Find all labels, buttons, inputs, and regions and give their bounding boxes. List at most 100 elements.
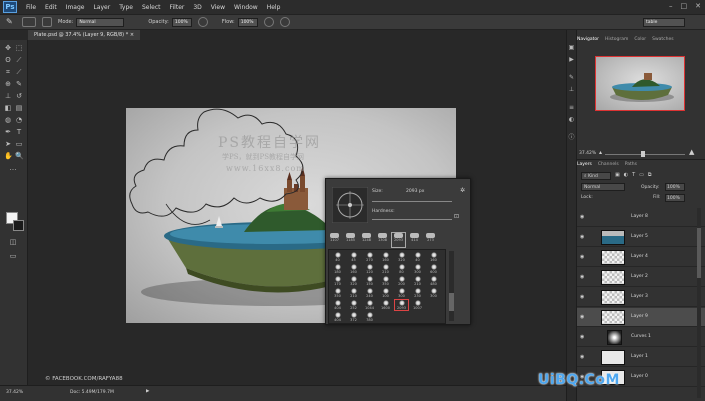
brush-preset[interactable]: 600 (427, 264, 440, 274)
path-select-tool-icon[interactable]: ➤ (4, 140, 12, 148)
brush-preset[interactable]: 240 (363, 288, 376, 298)
brush-preset-picker-icon[interactable] (22, 17, 36, 27)
menu-type[interactable]: Type (119, 4, 133, 11)
brush-size-value[interactable]: 2093 px (406, 189, 424, 194)
brush-preset[interactable]: 120 (363, 264, 376, 274)
dodge-tool-icon[interactable]: ◔ (15, 116, 23, 124)
tab-navigator[interactable]: Navigator (577, 36, 599, 44)
lasso-tool-icon[interactable]: ʘ (4, 56, 12, 64)
brush-preset[interactable]: 300 (395, 288, 408, 298)
brush-preset[interactable]: 45 (347, 252, 360, 262)
layer-opacity-field[interactable]: 100% (665, 183, 685, 191)
layer-row[interactable]: ◉ Layer 8 (577, 208, 705, 227)
gradient-tool-icon[interactable]: ▤ (15, 104, 23, 112)
document-tab[interactable]: Plate.psd @ 37.4% (Layer 9, RGB/8) * × (28, 30, 141, 40)
filter-smart-icon[interactable]: ⧉ (648, 172, 652, 178)
visibility-eye-icon[interactable]: ◉ (580, 294, 586, 300)
pen-tool-icon[interactable]: ✒ (4, 128, 12, 136)
move-tool-icon[interactable]: ✥ (4, 44, 12, 52)
workspace-search-field[interactable]: table (643, 18, 685, 27)
brush-preset-top[interactable]: 2093 (391, 232, 406, 248)
tab-layers[interactable]: Layers (577, 161, 592, 169)
brush-preset[interactable]: 780 (363, 312, 376, 322)
brush-preset[interactable]: 480 (427, 276, 440, 286)
background-color-swatch[interactable] (13, 220, 24, 231)
properties-panel-icon[interactable]: ≡ (568, 104, 575, 111)
tab-color[interactable]: Color (634, 36, 646, 44)
layer-row[interactable]: ◉ Layer 2 (577, 268, 705, 287)
brush-preset[interactable]: 150 (363, 276, 376, 286)
eyedropper-tool-icon[interactable]: ⟋ (15, 68, 23, 76)
visibility-eye-icon[interactable]: ◉ (580, 214, 586, 220)
brush-grid-scrollbar[interactable] (449, 251, 454, 321)
more-tools-icon[interactable]: … (9, 164, 17, 172)
layer-row[interactable]: ◉ Curves 1 (577, 328, 705, 347)
brush-preset[interactable]: 1044 (363, 300, 376, 310)
brush-preset[interactable]: 252 (347, 300, 360, 310)
visibility-eye-icon[interactable]: ◉ (580, 334, 586, 340)
hand-tool-icon[interactable]: ✋ (4, 152, 13, 160)
brush-preset[interactable]: 80 (395, 264, 408, 274)
tab-paths[interactable]: Paths (625, 161, 637, 169)
brush-preset[interactable]: 160 (347, 264, 360, 274)
tab-histogram[interactable]: Histogram (605, 36, 628, 44)
brush-preset[interactable]: 1007 (411, 300, 424, 310)
brush-preset[interactable]: 300 (427, 288, 440, 298)
visibility-eye-icon[interactable]: ◉ (580, 354, 586, 360)
menu-view[interactable]: View (211, 4, 225, 11)
zoom-tool-icon[interactable]: 🔍 (15, 152, 24, 160)
layer-row[interactable]: ◉ Layer 9 (577, 308, 705, 327)
menu-file[interactable]: File (26, 4, 36, 11)
status-arrow-icon[interactable]: ▶ (146, 389, 149, 394)
menu-window[interactable]: Window (234, 4, 258, 11)
marquee-tool-icon[interactable]: ⬚ (15, 44, 23, 52)
filter-adjust-icon[interactable]: ◐ (624, 172, 628, 178)
filter-pixel-icon[interactable]: ▣ (615, 172, 620, 178)
brush-preset[interactable]: 180 (331, 264, 344, 274)
actions-panel-icon[interactable]: ▶ (568, 56, 575, 63)
layer-row[interactable]: ◉ Layer 3 (577, 288, 705, 307)
menu-edit[interactable]: Edit (45, 4, 57, 11)
brush-preset[interactable]: 160 (379, 252, 392, 262)
brush-tool-icon[interactable]: ✎ (6, 17, 16, 27)
filter-type-icon[interactable]: T (632, 172, 635, 178)
fill-field[interactable]: 100% (665, 194, 685, 202)
screen-mode-icon[interactable]: ▭ (9, 252, 17, 260)
visibility-eye-icon[interactable]: ◉ (580, 314, 586, 320)
menu-filter[interactable]: Filter (170, 4, 185, 11)
brush-preset[interactable]: 2093 (394, 299, 409, 311)
brush-preset[interactable]: 300 (411, 264, 424, 274)
layer-filter-kind[interactable]: ⌕ Kind (581, 172, 611, 180)
brush-tool-icon[interactable]: ✎ (15, 80, 23, 88)
create-preset-icon[interactable]: ⊡ (454, 213, 459, 220)
navigator-thumbnail[interactable] (595, 56, 685, 111)
history-panel-icon[interactable]: ▣ (568, 44, 575, 51)
adjustments-panel-icon[interactable]: ◐ (568, 116, 575, 123)
brush-preset-top[interactable]: 273 (424, 233, 437, 247)
info-panel-icon[interactable]: ⓘ (568, 134, 575, 141)
zoom-out-icon[interactable]: ▴ (599, 149, 602, 156)
blur-tool-icon[interactable]: ◍ (4, 116, 12, 124)
quick-mask-icon[interactable]: ◫ (9, 238, 17, 246)
status-zoom[interactable]: 37.42% (6, 390, 23, 395)
visibility-eye-icon[interactable]: ◉ (580, 274, 586, 280)
brush-preset[interactable]: 1600 (379, 300, 392, 310)
visibility-eye-icon[interactable]: ◉ (580, 254, 586, 260)
brush-preset-top[interactable]: 1185 (344, 233, 357, 247)
menu-help[interactable]: Help (267, 4, 281, 11)
brush-panel-settings-icon[interactable]: ✲ (460, 187, 465, 194)
navigator-zoom[interactable]: 37.42% (579, 151, 596, 156)
opacity-field[interactable]: 100% (171, 17, 192, 27)
filter-shape-icon[interactable]: ▭ (639, 172, 644, 178)
brush-preset-top[interactable]: 1107 (328, 233, 341, 247)
minimize-icon[interactable]: – (669, 2, 673, 10)
layer-row[interactable]: ◉ Layer 1 (577, 348, 705, 367)
maximize-icon[interactable]: □ (681, 2, 688, 10)
pressure-size-icon[interactable] (279, 17, 290, 27)
healing-tool-icon[interactable]: ⊕ (4, 80, 12, 88)
shape-tool-icon[interactable]: ▭ (15, 140, 23, 148)
mode-select[interactable]: Normal (76, 17, 125, 27)
zoom-in-icon[interactable]: ▲ (689, 148, 694, 156)
brush-preset[interactable]: 350 (331, 288, 344, 298)
brush-preset-top[interactable]: 414 (408, 233, 421, 247)
